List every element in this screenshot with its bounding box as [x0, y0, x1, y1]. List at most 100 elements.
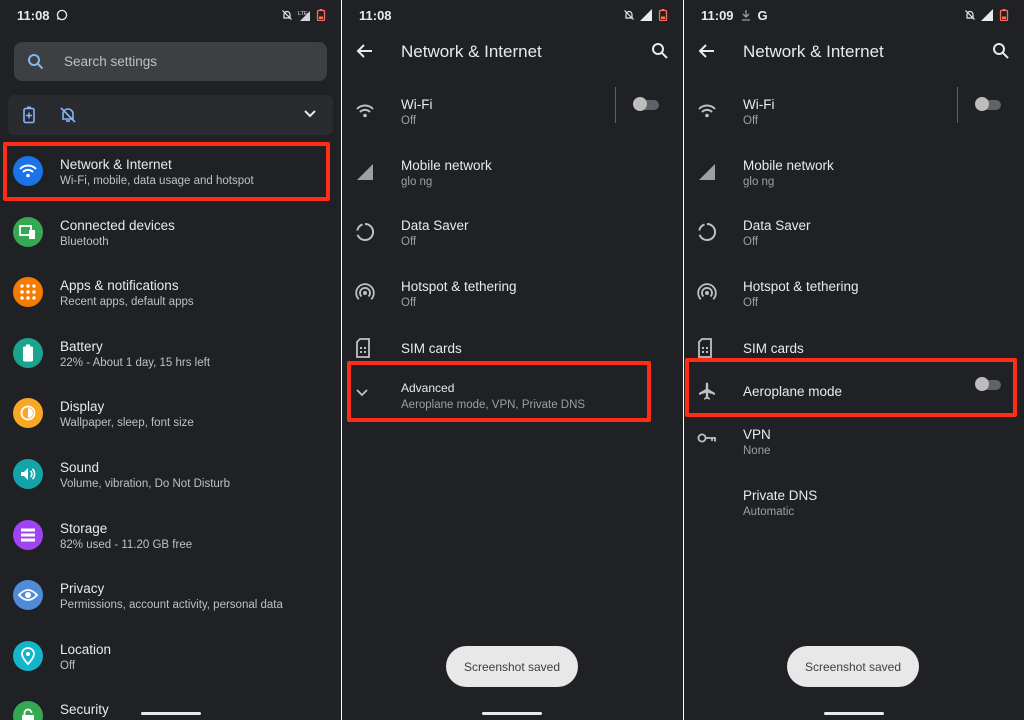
app-bar: Network & Internet [684, 30, 1024, 74]
volume-icon [13, 459, 43, 489]
row-divider [615, 87, 616, 123]
back-arrow-icon[interactable] [698, 42, 716, 60]
settings-row-mobile-network[interactable]: Mobile network glo ng [684, 143, 1024, 203]
row-title: SIM cards [401, 341, 462, 356]
settings-item-apps-notifications[interactable]: Apps & notifications Recent apps, defaul… [0, 263, 341, 323]
page-title: Network & Internet [743, 42, 884, 61]
settings-item-connected-devices[interactable]: Connected devices Bluetooth [0, 203, 341, 263]
settings-item-title: Display [60, 399, 105, 415]
row-subtitle: glo ng [743, 176, 775, 188]
settings-item-subtitle: 82% used - 11.20 GB free [60, 538, 193, 551]
row-subtitle: Off [401, 297, 417, 309]
settings-row-data-saver[interactable]: Data Saver Off [684, 203, 1024, 263]
battery-icon [13, 337, 43, 368]
row-subtitle: Off [743, 115, 759, 127]
settings-item-title: Sound [60, 460, 100, 475]
no-sim-signal-icon [981, 9, 993, 21]
settings-item-title: Apps & notifications [60, 278, 179, 294]
highlight-box [685, 358, 1017, 417]
chevron-down-icon[interactable] [304, 110, 316, 118]
settings-row-private-dns[interactable]: Private DNS Automatic [684, 473, 1024, 533]
lock-icon [13, 701, 43, 720]
back-arrow-icon[interactable] [356, 42, 374, 60]
status-time: 11:08 [17, 7, 50, 23]
settings-item-display[interactable]: Display Wallpaper, sleep, font size [0, 384, 341, 444]
settings-item-title: Privacy [60, 581, 105, 597]
home-indicator[interactable] [141, 712, 201, 715]
status-time: 11:08 [359, 7, 392, 23]
settings-item-storage[interactable]: Storage 82% used - 11.20 GB free [0, 506, 341, 566]
row-title: Data Saver [743, 218, 811, 233]
privacy-icon [13, 580, 43, 611]
status-bar: 11:09 G [684, 0, 1024, 30]
signal-icon [697, 162, 717, 182]
search-icon [28, 54, 44, 70]
search-icon[interactable] [651, 42, 669, 60]
status-bar: 11:08 LTE [0, 0, 341, 30]
highlight-box [3, 142, 330, 201]
suggestion-bar[interactable] [8, 95, 333, 135]
settings-item-title: Connected devices [60, 217, 175, 233]
settings-item-subtitle: Volume, vibration, Do Not Disturb [60, 478, 231, 490]
settings-item-location[interactable]: Location Off [0, 627, 341, 687]
row-title: Mobile network [401, 158, 492, 173]
row-title: SIM cards [743, 341, 804, 356]
settings-item-subtitle: Recent apps, default apps [60, 296, 194, 309]
home-indicator[interactable] [824, 712, 884, 715]
home-indicator[interactable] [482, 712, 542, 715]
row-title: Data Saver [401, 218, 469, 233]
settings-row-hotspot-tethering[interactable]: Hotspot & tethering Off [684, 264, 1024, 324]
mute-icon [282, 10, 292, 20]
settings-row-mobile-network[interactable]: Mobile network glo ng [342, 143, 683, 203]
row-title: Hotspot & tethering [743, 279, 859, 294]
settings-item-subtitle: Off [60, 659, 76, 672]
vpn-key-icon [697, 431, 717, 451]
toggle-switch[interactable] [633, 97, 661, 111]
search-input[interactable]: Search settings [14, 42, 327, 81]
row-title: Wi-Fi [743, 97, 775, 112]
settings-item-sound[interactable]: Sound Volume, vibration, Do Not Disturb [0, 445, 341, 505]
whatsapp-icon [56, 9, 67, 21]
battery-icon [999, 9, 1009, 21]
settings-item-subtitle: Wallpaper, sleep, font size [60, 417, 194, 430]
download-icon [741, 10, 750, 21]
brightness-icon [13, 398, 43, 429]
settings-item-privacy[interactable]: Privacy Permissions, account activity, p… [0, 566, 341, 626]
battery-icon [658, 9, 668, 21]
row-subtitle: None [743, 445, 771, 457]
settings-item-battery[interactable]: Battery 22% - About 1 day, 15 hrs left [0, 324, 341, 384]
settings-row-wi-fi[interactable]: Wi-Fi Off [342, 82, 683, 142]
storage-icon [13, 519, 43, 550]
signal-icon [355, 162, 375, 182]
row-subtitle: Automatic [743, 506, 795, 518]
row-title: Private DNS [743, 488, 818, 503]
settings-row-hotspot-tethering[interactable]: Hotspot & tethering Off [342, 264, 683, 324]
row-subtitle: Off [401, 115, 417, 127]
row-divider [957, 87, 958, 123]
mute-icon [965, 10, 975, 20]
location-icon [13, 640, 43, 671]
highlight-box [347, 361, 651, 422]
devices-icon [13, 216, 43, 247]
search-icon[interactable] [992, 42, 1010, 60]
row-title: Mobile network [743, 158, 834, 173]
settings-row-vpn[interactable]: VPN None [684, 412, 1024, 472]
toggle-switch[interactable] [975, 97, 1003, 111]
wifi-icon [355, 101, 375, 121]
status-time: 11:09 [701, 7, 734, 23]
settings-item-subtitle: Permissions, account activity, personal … [60, 599, 283, 612]
data-saver-icon [697, 222, 717, 242]
data-saver-icon [355, 222, 375, 242]
settings-item-subtitle: Bluetooth [60, 235, 109, 248]
apps-icon [13, 277, 43, 308]
settings-row-data-saver[interactable]: Data Saver Off [342, 203, 683, 263]
hotspot-icon [355, 283, 375, 303]
settings-row-wi-fi[interactable]: Wi-Fi Off [684, 82, 1024, 142]
settings-item-security[interactable]: Security [0, 687, 341, 720]
row-subtitle: Off [743, 236, 759, 248]
battery-icon [316, 9, 326, 21]
settings-home-screen: 11:08 LTE Search settings Network & Inte… [0, 0, 341, 720]
settings-item-title: Location [60, 641, 112, 657]
row-title: Hotspot & tethering [401, 279, 517, 294]
screens-container: 11:08 LTE Search settings Network & Inte… [0, 0, 1024, 720]
